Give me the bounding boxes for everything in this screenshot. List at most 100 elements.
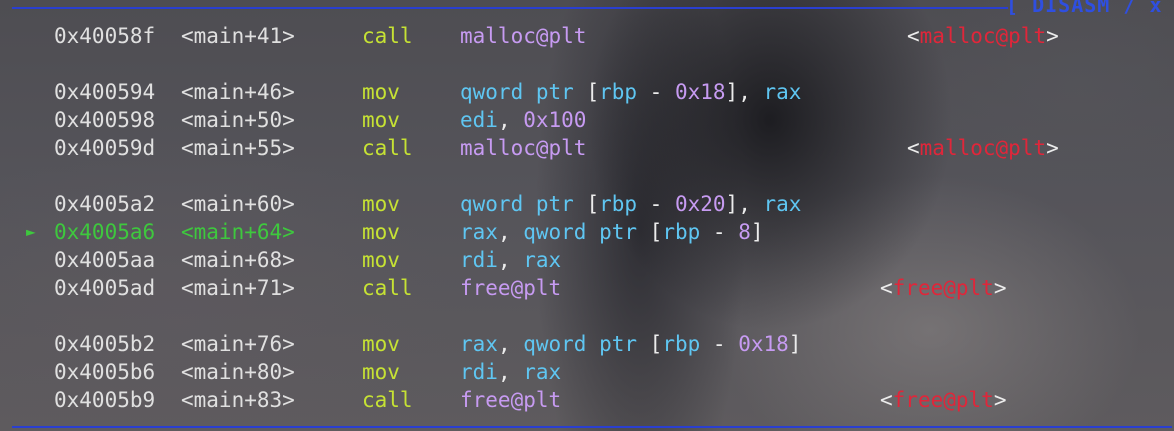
operand-token: [	[573, 192, 600, 216]
instruction-address: 0x40059d	[54, 136, 156, 160]
operand-token: rdi	[460, 248, 498, 272]
instruction-address: 0x4005a2	[54, 192, 156, 216]
instruction-symbol: <main+55>	[181, 136, 295, 160]
operand-token: ,	[497, 332, 524, 356]
operand-token: malloc@plt	[460, 136, 587, 160]
disasm-row[interactable]: 0x4005b9 <main+83> call free@plt <free@plt>	[0, 386, 1174, 414]
instruction-address: 0x400594	[54, 80, 156, 104]
disasm-row[interactable]: 0x4005b6 <main+80> mov rdi, rax	[0, 358, 1174, 386]
instruction-symbol: <main+71>	[181, 276, 295, 300]
operand-token: ,	[497, 108, 524, 132]
disasm-header: [ DISASM / x	[1006, 0, 1163, 17]
operand-token: rax	[763, 80, 802, 104]
instruction-mnemonic: call	[362, 24, 413, 48]
instruction-mnemonic: call	[362, 136, 413, 160]
operand-token: rax	[460, 220, 498, 244]
operand-token: free@plt	[460, 388, 562, 412]
disasm-row[interactable]: 0x4005ad <main+71> call free@plt <free@plt>	[0, 274, 1174, 302]
operand-token: edi	[460, 108, 498, 132]
instruction-symbol: <main+50>	[181, 108, 295, 132]
instruction-symbol: <main+68>	[181, 248, 295, 272]
operand-token: [	[637, 332, 663, 356]
instruction-address: 0x4005b2	[54, 332, 156, 356]
operand-token: -	[637, 192, 675, 216]
instruction-address: 0x4005a6	[54, 220, 156, 244]
instruction-address: 0x4005aa	[54, 248, 156, 272]
instruction-operands: rax, qword ptr [rbp - 0x18]	[460, 330, 801, 358]
call-target-annotation: <malloc@plt>	[907, 136, 1059, 160]
instruction-mnemonic: mov	[362, 220, 400, 244]
operand-token: [	[637, 220, 663, 244]
operand-token: qword ptr	[523, 220, 638, 244]
disasm-row[interactable]: 0x4005b2 <main+76> mov rax, qword ptr [rbp …	[0, 330, 1174, 358]
operand-token: [	[573, 80, 600, 104]
instruction-mnemonic: mov	[362, 248, 400, 272]
disasm-row[interactable]: 0x4005aa <main+68> mov rdi, rax	[0, 246, 1174, 274]
operand-token: malloc@plt	[460, 24, 587, 48]
call-target-name: free@plt	[892, 276, 994, 300]
operand-token: 0x18	[674, 80, 726, 104]
instruction-symbol: <main+41>	[181, 24, 295, 48]
instruction-address: 0x4005ad	[54, 276, 156, 300]
call-target-annotation: <malloc@plt>	[907, 24, 1059, 48]
instruction-symbol: <main+83>	[181, 388, 295, 412]
call-target-annotation: <free@plt>	[880, 276, 1007, 300]
operand-token: ,	[497, 360, 524, 384]
instruction-mnemonic: mov	[362, 108, 400, 132]
operand-token: 0x20	[674, 192, 726, 216]
instruction-operands: rdi, rax	[460, 358, 561, 386]
instruction-address: 0x4005b6	[54, 360, 156, 384]
disasm-row[interactable]: 0x400594 <main+46> mov qword ptr [rbp - 0x1…	[0, 78, 1174, 106]
operand-token: rbp	[662, 332, 701, 356]
instruction-symbol: <main+80>	[181, 360, 295, 384]
instruction-mnemonic: mov	[362, 192, 400, 216]
instruction-operands: rdi, rax	[460, 246, 561, 274]
instruction-operands: qword ptr [rbp - 0x18], rax	[460, 78, 801, 106]
operand-token: 0x100	[523, 108, 587, 132]
disasm-row[interactable]: 0x40058f <main+41> call malloc@plt <malloc@p…	[0, 22, 1174, 50]
disasm-bottom-rule	[12, 426, 1172, 428]
instruction-address: 0x4005b9	[54, 388, 156, 412]
operand-token: rax	[523, 248, 562, 272]
operand-token: ]	[788, 332, 802, 356]
call-target-annotation: <free@plt>	[880, 388, 1007, 412]
instruction-operands: rax, qword ptr [rbp - 8]	[460, 218, 764, 246]
disasm-row[interactable]: 0x400598 <main+50> mov edi, 0x100	[0, 106, 1174, 134]
instruction-mnemonic: mov	[362, 332, 400, 356]
instruction-symbol: <main+60>	[181, 192, 295, 216]
operand-token: -	[700, 332, 739, 356]
instruction-mnemonic: call	[362, 276, 413, 300]
operand-token: 8	[738, 220, 751, 244]
operand-token: 0x18	[738, 332, 789, 356]
instruction-operands: malloc@plt	[460, 134, 586, 162]
operand-token: qword ptr	[460, 192, 574, 216]
operand-token: ,	[497, 248, 524, 272]
call-target-name: malloc@plt	[919, 24, 1047, 48]
operand-token: rax	[523, 360, 562, 384]
instruction-operands: malloc@plt	[460, 22, 586, 50]
instruction-symbol: <main+64>	[181, 220, 295, 244]
disasm-row[interactable]: 0x4005a2 <main+60> mov qword ptr [rbp - 0x2…	[0, 190, 1174, 218]
operand-token: qword ptr	[523, 332, 638, 356]
instruction-mnemonic: call	[362, 388, 413, 412]
current-instruction-marker: ►	[26, 222, 36, 241]
instruction-operands: free@plt	[460, 274, 561, 302]
operand-token: rax	[460, 332, 498, 356]
call-target-name: malloc@plt	[919, 136, 1047, 160]
operand-token: rbp	[662, 220, 701, 244]
operand-token: -	[700, 220, 739, 244]
operand-token: qword ptr	[460, 80, 574, 104]
disasm-row[interactable]: 0x40059d <main+55> call malloc@plt <malloc@p…	[0, 134, 1174, 162]
operand-token: rbp	[599, 192, 638, 216]
instruction-address: 0x400598	[54, 108, 156, 132]
operand-token: ]	[750, 220, 764, 244]
operand-token: ],	[725, 80, 764, 104]
instruction-address: 0x40058f	[54, 24, 156, 48]
instruction-operands: free@plt	[460, 386, 561, 414]
instruction-symbol: <main+76>	[181, 332, 295, 356]
operand-token: rdi	[460, 360, 498, 384]
operand-token: rbp	[599, 80, 638, 104]
operand-token: rax	[763, 192, 802, 216]
disasm-row-current[interactable]: ► 0x4005a6 <main+64> mov rax, qword ptr [rbp…	[0, 218, 1174, 246]
instruction-symbol: <main+46>	[181, 80, 295, 104]
